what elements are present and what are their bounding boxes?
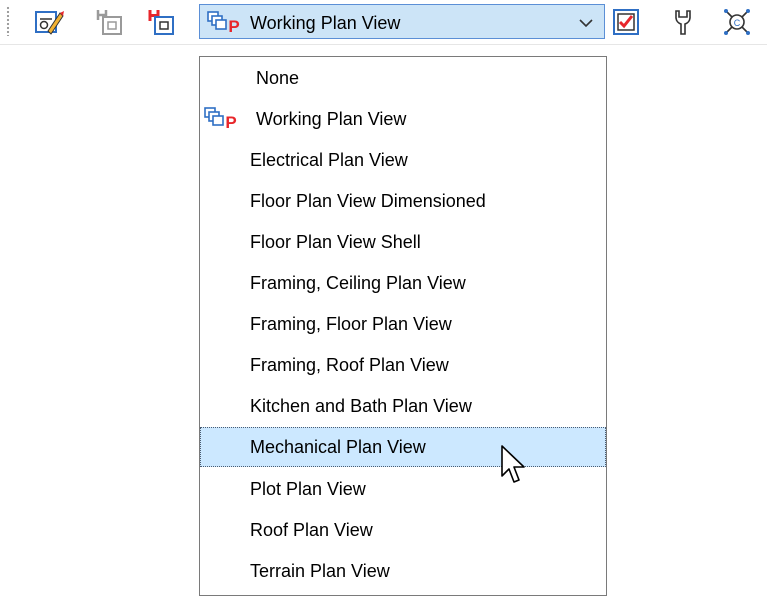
dropdown-item-label: Framing, Roof Plan View — [250, 355, 449, 375]
dropdown-item-terrain-plan-view[interactable]: Terrain Plan View — [200, 552, 606, 592]
plan-view-p-icon: P — [204, 107, 240, 132]
view-selector-dropdown: None P Working Plan View Electrical Plan… — [199, 56, 607, 596]
dropdown-item-plot-plan-view[interactable]: Plot Plan View — [200, 470, 606, 510]
network-icon[interactable]: C — [722, 7, 752, 37]
toolbar-grip[interactable] — [6, 6, 10, 36]
view-selector-value: Working Plan View — [250, 13, 401, 33]
dropdown-item-framing-ceiling-plan-view[interactable]: Framing, Ceiling Plan View — [200, 264, 606, 304]
dropdown-item-label: Roof Plan View — [250, 520, 373, 540]
checklist-icon[interactable] — [611, 7, 641, 37]
svg-text:C: C — [734, 18, 741, 28]
toolbar: C P Working Plan View — [0, 0, 767, 45]
plan-view-red-icon[interactable] — [147, 7, 177, 37]
svg-text:P: P — [228, 17, 239, 35]
plan-view-p-icon: P — [207, 11, 243, 36]
mouse-pointer-icon — [501, 445, 525, 483]
dropdown-item-floor-plan-view-dimensioned[interactable]: Floor Plan View Dimensioned — [200, 182, 606, 222]
dropdown-item-label: Floor Plan View Shell — [250, 232, 421, 252]
chevron-down-icon[interactable] — [578, 15, 594, 31]
dropdown-item-kitchen-and-bath-plan-view[interactable]: Kitchen and Bath Plan View — [200, 387, 606, 427]
dropdown-item-framing-floor-plan-view[interactable]: Framing, Floor Plan View — [200, 305, 606, 345]
dropdown-item-label: Framing, Floor Plan View — [250, 314, 452, 334]
dropdown-item-label: Mechanical Plan View — [250, 437, 426, 457]
dropdown-item-framing-roof-plan-view[interactable]: Framing, Roof Plan View — [200, 346, 606, 386]
dropdown-item-label: Terrain Plan View — [250, 561, 390, 581]
dropdown-item-electrical-plan-view[interactable]: Electrical Plan View — [200, 141, 606, 181]
dropdown-item-working-plan-view[interactable]: P Working Plan View — [200, 100, 606, 140]
wrench-icon[interactable] — [668, 7, 698, 37]
dropdown-item-label: Working Plan View — [256, 109, 407, 129]
view-selector-combobox[interactable]: P Working Plan View — [199, 4, 605, 39]
dropdown-item-label: Framing, Ceiling Plan View — [250, 273, 466, 293]
edit-plan-view-icon[interactable] — [34, 7, 64, 37]
dropdown-item-floor-plan-view-shell[interactable]: Floor Plan View Shell — [200, 223, 606, 263]
dropdown-item-mechanical-plan-view[interactable]: Mechanical Plan View — [200, 427, 606, 467]
svg-text:P: P — [225, 113, 236, 131]
dropdown-item-label: None — [256, 68, 300, 88]
dropdown-item-label: Electrical Plan View — [250, 150, 408, 170]
dropdown-item-label: Floor Plan View Dimensioned — [250, 191, 486, 211]
dropdown-item-none[interactable]: None — [200, 59, 606, 99]
plan-view-icon[interactable] — [95, 7, 125, 37]
dropdown-item-label: Kitchen and Bath Plan View — [250, 396, 472, 416]
dropdown-item-label: Plot Plan View — [250, 479, 366, 499]
dropdown-item-roof-plan-view[interactable]: Roof Plan View — [200, 511, 606, 551]
